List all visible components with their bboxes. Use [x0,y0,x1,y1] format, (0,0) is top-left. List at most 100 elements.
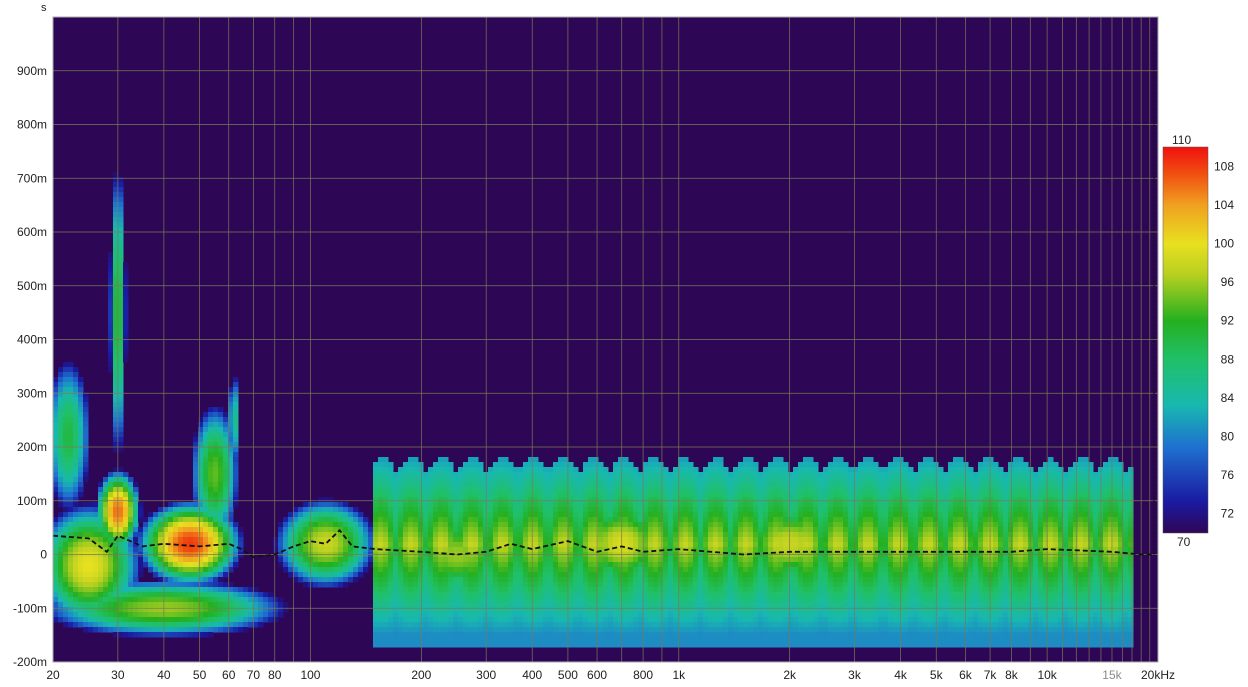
heat-cell [518,617,524,623]
heat-cell [633,562,639,568]
heat-cell [628,512,634,518]
heat-cell [433,512,439,518]
heat-cell [108,532,114,538]
heat-cell [498,627,504,633]
heat-cell [73,612,79,618]
heat-cell [573,532,579,538]
heat-cell [178,547,184,553]
heat-cell [578,617,584,623]
heat-cell [223,582,229,588]
heat-cell [158,572,164,578]
heat-cell [568,602,574,608]
heat-cell [208,567,214,573]
heat-cell [798,542,804,548]
heat-cell [463,462,469,468]
heat-cell [328,572,334,578]
heat-cell [83,427,89,433]
heat-cell [683,637,689,643]
heat-cell [788,472,794,478]
heat-cell [673,572,679,578]
heat-cell [63,557,69,563]
heat-cell [363,557,369,563]
heat-cell [58,527,64,533]
heat-cell [423,632,429,638]
heat-cell [153,602,159,608]
heat-cell [748,642,754,648]
heat-cell [648,637,654,643]
heat-cell [498,597,504,603]
heat-cell [768,557,774,563]
heat-cell [73,472,79,478]
heat-cell [428,637,434,643]
heat-cell [603,607,609,613]
heat-cell [598,587,604,593]
heat-cell [723,527,729,533]
heat-cell [98,517,104,523]
heat-cell [708,517,714,523]
heat-cell [78,472,84,478]
heat-cell [218,562,224,568]
heat-cell [588,592,594,598]
heat-cell [178,557,184,563]
heat-cell [493,527,499,533]
heat-cell [583,477,589,483]
heat-cell [233,432,239,438]
heat-cell [93,597,99,603]
heat-cell [648,627,654,633]
heat-cell [88,502,94,508]
heat-cell [58,607,64,613]
heat-cell [773,522,779,528]
heat-cell [118,422,124,428]
heat-cell [238,607,244,613]
heat-cell [433,597,439,603]
heat-cell [108,317,114,323]
heat-cell [393,487,399,493]
heat-cell [718,567,724,573]
heat-cell [538,597,544,603]
heat-cell [538,587,544,593]
heat-cell [208,487,214,493]
heat-cell [583,612,589,618]
heat-cell [313,527,319,533]
heat-cell [53,377,59,383]
heat-cell [718,472,724,478]
heat-cell [598,492,604,498]
heat-cell [603,502,609,508]
heat-cell [653,642,659,648]
heat-cell [573,537,579,543]
heat-cell [58,537,64,543]
heat-cell [198,437,204,443]
heat-cell [168,572,174,578]
heat-cell [753,572,759,578]
heat-cell [103,507,109,513]
heat-cell [63,487,69,493]
heat-cell [453,557,459,563]
heat-cell [693,502,699,508]
heat-cell [628,627,634,633]
heat-cell [193,572,199,578]
heat-cell [488,622,494,628]
heat-cell [168,607,174,613]
heat-cell [68,447,74,453]
heat-cell [418,467,424,473]
heat-cell [578,632,584,638]
heat-cell [323,507,329,513]
heat-cell [538,617,544,623]
heat-cell [538,467,544,473]
heat-cell [358,557,364,563]
heat-cell [743,527,749,533]
heat-cell [123,572,129,578]
heat-cell [218,407,224,413]
heat-cell [423,617,429,623]
heat-cell [408,467,414,473]
heat-cell [648,467,654,473]
heat-cell [133,522,139,528]
heat-cell [553,587,559,593]
heat-cell [88,562,94,568]
heat-cell [133,497,139,503]
heat-cell [798,502,804,508]
heat-cell [443,522,449,528]
heat-cell [538,487,544,493]
heat-cell [778,562,784,568]
heat-cell [723,542,729,548]
